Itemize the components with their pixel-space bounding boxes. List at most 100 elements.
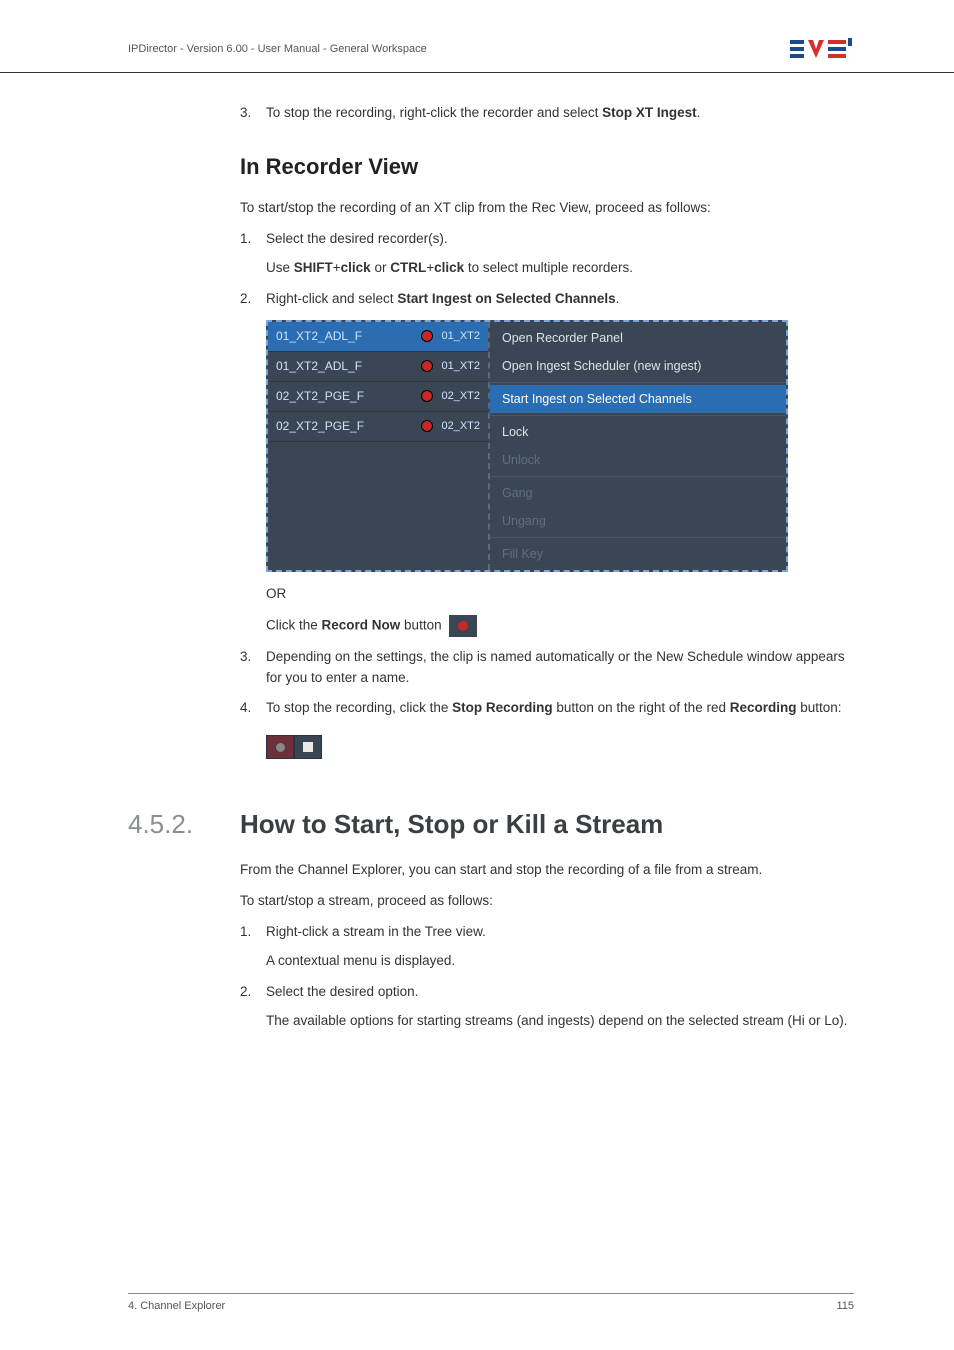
step-text: Select the desired option. The available… [266,982,854,1032]
context-menu: Open Recorder Panel Open Ingest Schedule… [490,322,786,570]
menu-separator [490,476,786,477]
or-label: OR [266,586,854,601]
text: To stop the recording, right-click the r… [266,105,602,120]
step-number: 4. [240,698,266,719]
paragraph: To start/stop a stream, proceed as follo… [240,891,854,912]
bold-text: click [434,260,464,275]
list-item: 4. To stop the recording, click the Stop… [240,698,854,719]
step-subtext: Use SHIFT+click or CTRL+click to select … [266,258,854,279]
paragraph: From the Channel Explorer, you can start… [240,860,854,881]
text: To stop the recording, click the [266,700,452,715]
step-subtext: A contextual menu is displayed. [266,951,854,972]
text: button on the right of the red [553,700,730,715]
menu-item-open-recorder-panel[interactable]: Open Recorder Panel [490,324,786,352]
step-number: 1. [240,229,266,279]
step-text: To stop the recording, right-click the r… [266,103,854,124]
list-item: 2. Right-click and select Start Ingest o… [240,289,854,310]
step-number: 3. [240,103,266,124]
bold-text: Recording [730,700,797,715]
recorder-channel: 02_XT2 [441,390,480,402]
step-text: To stop the recording, click the Stop Re… [266,698,854,719]
menu-separator [490,382,786,383]
recorder-name: 02_XT2_PGE_F [276,419,413,433]
recorder-row[interactable]: 02_XT2_PGE_F 02_XT2 [268,412,488,442]
text: + [333,260,341,275]
footer-page-number: 115 [836,1300,854,1312]
bold-text: CTRL [390,260,426,275]
menu-item-ungang: Ungang [490,507,786,535]
page-header: IPDirector - Version 6.00 - User Manual … [0,0,954,73]
evs-logo [790,36,854,62]
header-title: IPDirector - Version 6.00 - User Manual … [128,43,427,55]
section-number: 4.5.2. [128,809,212,840]
stop-icon [303,742,313,752]
recorder-name: 02_XT2_PGE_F [276,389,413,403]
text: Select the desired recorder(s). [266,231,448,246]
recorder-channel: 01_XT2 [441,360,480,372]
section-title: How to Start, Stop or Kill a Stream [240,809,663,840]
record-dot-icon [458,621,468,631]
section-heading: 4.5.2. How to Start, Stop or Kill a Stre… [128,809,854,840]
recorder-row[interactable]: 01_XT2_ADL_F 01_XT2 [268,352,488,382]
record-icon [421,420,433,432]
text: button [400,617,441,632]
record-now-button[interactable] [449,615,477,637]
text: Use [266,260,294,275]
step-number: 1. [240,922,266,972]
step-number: 2. [240,289,266,310]
text: to select multiple recorders. [464,260,633,275]
list-item: 2. Select the desired option. The availa… [240,982,854,1032]
recorder-channel: 01_XT2 [441,330,480,342]
list-item: 1. Select the desired recorder(s). Use S… [240,229,854,279]
subsection-heading: In Recorder View [240,154,854,180]
text: . [697,105,701,120]
step-number: 2. [240,982,266,1032]
menu-item-lock[interactable]: Lock [490,418,786,446]
recorder-row[interactable]: 02_XT2_PGE_F 02_XT2 [268,382,488,412]
footer-chapter: 4. Channel Explorer [128,1300,225,1312]
text: . [616,291,620,306]
step-number: 3. [240,647,266,689]
list-item: 3. Depending on the settings, the clip i… [240,647,854,689]
stop-recording-button[interactable] [294,735,322,759]
bold-text: Record Now [322,617,401,632]
text: Right-click a stream in the Tree view. [266,924,486,939]
embedded-screenshot: 01_XT2_ADL_F 01_XT2 01_XT2_ADL_F 01_XT2 … [266,320,788,572]
step-subtext: The available options for starting strea… [266,1011,854,1032]
recorder-channel: 02_XT2 [441,420,480,432]
record-now-line: Click the Record Now button [266,615,854,637]
record-dot-icon [276,743,285,752]
text: Right-click and select [266,291,397,306]
menu-item-fill-key: Fill Key [490,540,786,568]
bold-text: click [341,260,371,275]
recording-indicator-button[interactable] [266,735,294,759]
recorder-name: 01_XT2_ADL_F [276,329,413,343]
record-icon [421,360,433,372]
bold-text: SHIFT [294,260,333,275]
step-text: Depending on the settings, the clip is n… [266,647,854,689]
step-text: Right-click and select Start Ingest on S… [266,289,854,310]
step-text: Right-click a stream in the Tree view. A… [266,922,854,972]
page-footer: 4. Channel Explorer 115 [128,1293,854,1312]
bold-text: Start Ingest on Selected Channels [397,291,615,306]
record-icon [421,390,433,402]
recorder-row[interactable]: 01_XT2_ADL_F 01_XT2 [268,322,488,352]
menu-item-unlock: Unlock [490,446,786,474]
recording-button-group [266,735,322,759]
menu-separator [490,537,786,538]
text: or [371,260,391,275]
step-text: Select the desired recorder(s). Use SHIF… [266,229,854,279]
recorder-list: 01_XT2_ADL_F 01_XT2 01_XT2_ADL_F 01_XT2 … [268,322,490,570]
recorder-name: 01_XT2_ADL_F [276,359,413,373]
text: Click the [266,617,322,632]
text: Select the desired option. [266,984,418,999]
menu-item-open-ingest-scheduler[interactable]: Open Ingest Scheduler (new ingest) [490,352,786,380]
text: + [426,260,434,275]
menu-separator [490,415,786,416]
bold-text: Stop XT Ingest [602,105,697,120]
text: button: [796,700,841,715]
menu-item-start-ingest[interactable]: Start Ingest on Selected Channels [490,385,786,413]
menu-item-gang: Gang [490,479,786,507]
record-icon [421,330,433,342]
intro-paragraph: To start/stop the recording of an XT cli… [240,198,854,219]
